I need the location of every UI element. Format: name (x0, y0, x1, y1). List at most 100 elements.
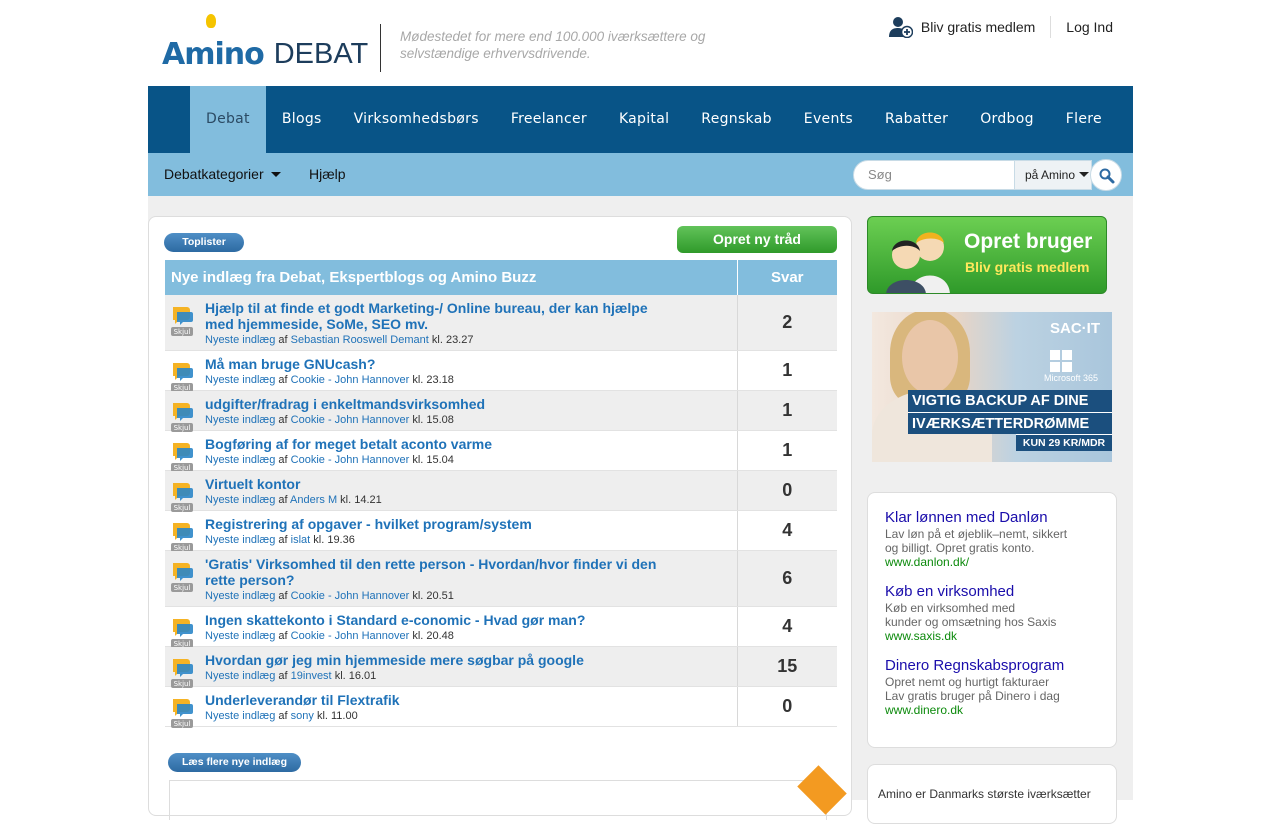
debate-categories-menu[interactable]: Debatkategorier (164, 153, 281, 196)
newest-post-link[interactable]: Nyeste indlæg (205, 334, 275, 346)
post-time: kl. 15.08 (412, 414, 454, 426)
nav-item-freelancer[interactable]: Freelancer (495, 86, 603, 153)
sacit-ad-banner[interactable]: SAC·IT Microsoft 365 VIGTIG BACKUP AF DI… (872, 312, 1112, 462)
amino-logo[interactable]: Amino DEBAT (162, 14, 369, 70)
thread-row[interactable]: Skjul udgifter/fradrag i enkeltmandsvirks… (165, 390, 837, 433)
thread-title[interactable]: Hjælp til at finde et godt Marketing-/ O… (205, 300, 675, 332)
author-link[interactable]: Anders M (290, 494, 337, 506)
by-label: af (278, 414, 288, 426)
thread-title[interactable]: Virtuelt kontor (205, 476, 675, 492)
thread-row[interactable]: Skjul Ingen skattekonto i Standard e-cono… (165, 606, 837, 649)
text-ad-title[interactable]: Klar lønnen med Danløn (885, 509, 1067, 526)
newest-post-link[interactable]: Nyeste indlæg (205, 374, 275, 386)
toplister-button[interactable]: Toplister (164, 233, 244, 252)
newest-post-link[interactable]: Nyeste indlæg (205, 534, 275, 546)
thread-row[interactable]: Skjul Bogføring af for meget betalt acont… (165, 430, 837, 473)
thread-row[interactable]: Skjul Må man bruge GNUcash? Nyeste indlæg … (165, 350, 837, 393)
speech-bubble-icon[interactable]: Skjul (171, 481, 193, 513)
thread-title[interactable]: 'Gratis' Virksomhed til den rette person… (205, 556, 675, 588)
signup-link[interactable]: Bliv gratis medlem (888, 16, 1052, 38)
user-links: Bliv gratis medlem Log Ind (888, 16, 1113, 38)
author-link[interactable]: Cookie - John Hannover (291, 590, 410, 602)
text-ad-title[interactable]: Dinero Regnskabsprogram (885, 657, 1064, 674)
newest-post-link[interactable]: Nyeste indlæg (205, 710, 275, 722)
create-user-banner[interactable]: Opret bruger Bliv gratis medlem (867, 216, 1107, 294)
text-ad[interactable]: Køb en virksomhed Køb en virksomhed med … (885, 583, 1056, 643)
nav-item-kapital[interactable]: Kapital (603, 86, 685, 153)
text-ad[interactable]: Dinero Regnskabsprogram Opret nemt og hu… (885, 657, 1064, 717)
create-thread-button[interactable]: Opret ny tråd (677, 226, 837, 253)
thread-row[interactable]: Skjul Hvordan gør jeg min hjemmeside mere… (165, 646, 837, 689)
logo-divider (380, 24, 381, 72)
thread-row[interactable]: Skjul Virtuelt kontor Nyeste indlæg af And… (165, 470, 837, 513)
thread-topic-cell: Skjul Bogføring af for meget betalt acont… (165, 430, 737, 473)
thread-title[interactable]: Hvordan gør jeg min hjemmeside mere søgb… (205, 652, 675, 668)
newest-post-link[interactable]: Nyeste indlæg (205, 454, 275, 466)
reply-count: 4 (736, 606, 837, 647)
thread-row[interactable]: Skjul Registrering af opgaver - hvilket p… (165, 510, 837, 553)
nav-item-events[interactable]: Events (788, 86, 869, 153)
search-button[interactable] (1090, 159, 1122, 191)
logo-section: DEBAT (273, 38, 369, 70)
newest-post-link[interactable]: Nyeste indlæg (205, 630, 275, 642)
speech-bubble-icon[interactable]: Skjul (171, 697, 193, 729)
nav-item-blogs[interactable]: Blogs (266, 86, 338, 153)
speech-bubble-icon[interactable]: Skjul (171, 561, 193, 593)
search-input[interactable]: Søg (853, 160, 1015, 190)
thread-title[interactable]: udgifter/fradrag i enkeltmandsvirksomhed (205, 396, 675, 412)
text-ad-url[interactable]: www.danlon.dk/ (885, 555, 1067, 569)
newest-post-link[interactable]: Nyeste indlæg (205, 590, 275, 602)
speech-bubble-icon[interactable]: Skjul (171, 657, 193, 689)
nav-item-debat[interactable]: Debat (190, 86, 266, 153)
thread-title[interactable]: Må man bruge GNUcash? (205, 356, 675, 372)
nav-flere-label: Flere (1065, 111, 1102, 127)
text-ad-desc: Opret nemt og hurtigt fakturaer (885, 675, 1050, 689)
speech-bubble-icon[interactable]: Skjul (171, 361, 193, 393)
nav-item-flere[interactable]: Flere (1050, 86, 1133, 188)
author-link[interactable]: Cookie - John Hannover (291, 454, 410, 466)
speech-bubble-icon[interactable]: Skjul (171, 441, 193, 473)
speech-bubble-icon[interactable]: Skjul (171, 401, 193, 433)
text-ad-title[interactable]: Køb en virksomhed (885, 583, 1056, 600)
thread-row[interactable]: Skjul Hjælp til at finde et godt Marketin… (165, 295, 837, 351)
author-link[interactable]: Cookie - John Hannover (291, 630, 410, 642)
nav-item-regnskab[interactable]: Regnskab (685, 86, 788, 153)
thread-topic-cell: Skjul Ingen skattekonto i Standard e-cono… (165, 606, 737, 649)
lightbulb-icon (206, 14, 216, 28)
thread-title[interactable]: Ingen skattekonto i Standard e-conomic -… (205, 612, 675, 628)
chevron-down-icon (1079, 172, 1090, 177)
reply-count: 0 (736, 470, 837, 511)
thread-row[interactable]: Skjul Underleverandør til Flextrafik Nyest… (165, 686, 837, 729)
author-link[interactable]: 19invest (291, 670, 332, 682)
speech-bubble-icon[interactable]: Skjul (171, 617, 193, 649)
author-link[interactable]: sony (291, 710, 314, 722)
text-ad-url[interactable]: www.dinero.dk (885, 703, 1064, 717)
thread-title[interactable]: Bogføring af for meget betalt aconto var… (205, 436, 675, 452)
newest-post-link[interactable]: Nyeste indlæg (205, 494, 275, 506)
thread-title[interactable]: Registrering af opgaver - hvilket progra… (205, 516, 675, 532)
search-scope-select[interactable]: på Amino (1014, 160, 1092, 190)
promo-subtitle: Bliv gratis medlem (965, 259, 1090, 275)
author-link[interactable]: islat (291, 534, 311, 546)
newest-post-link[interactable]: Nyeste indlæg (205, 670, 275, 682)
by-label: af (278, 590, 288, 602)
author-link[interactable]: Sebastian Rooswell Demant (291, 334, 429, 346)
nav-item-rabatter[interactable]: Rabatter (869, 86, 964, 153)
by-label: af (278, 334, 288, 346)
more-posts-button[interactable]: Læs flere nye indlæg (168, 753, 301, 772)
nav-item-ordbog[interactable]: Ordbog (964, 86, 1050, 153)
text-ad-url[interactable]: www.saxis.dk (885, 629, 1056, 643)
reply-count: 1 (736, 350, 837, 391)
newest-post-link[interactable]: Nyeste indlæg (205, 414, 275, 426)
text-ad[interactable]: Klar lønnen med Danløn Lav løn på et øje… (885, 509, 1067, 569)
tagline: Mødestedet for mere end 100.000 iværksæt… (400, 29, 706, 61)
login-link[interactable]: Log Ind (1051, 19, 1113, 35)
speech-bubble-icon[interactable]: Skjul (171, 305, 193, 337)
thread-title[interactable]: Underleverandør til Flextrafik (205, 692, 675, 708)
author-link[interactable]: Cookie - John Hannover (291, 374, 410, 386)
author-link[interactable]: Cookie - John Hannover (291, 414, 410, 426)
speech-bubble-icon[interactable]: Skjul (171, 521, 193, 553)
help-link[interactable]: Hjælp (309, 153, 346, 196)
nav-item-virksomhedsbors[interactable]: Virksomhedsbørs (338, 86, 495, 153)
thread-row[interactable]: Skjul 'Gratis' Virksomhed til den rette p… (165, 550, 837, 607)
